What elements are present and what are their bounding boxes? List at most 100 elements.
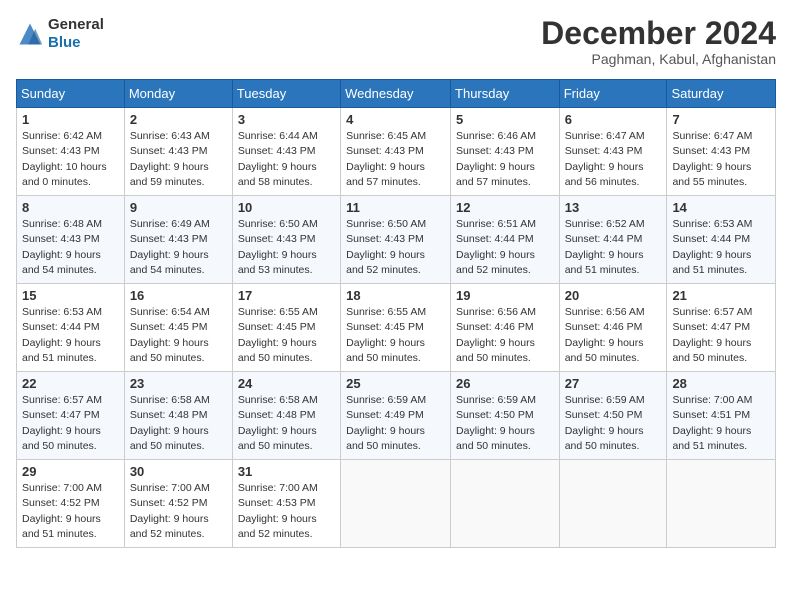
calendar-cell: 6 Sunrise: 6:47 AMSunset: 4:43 PMDaylight…: [559, 108, 667, 196]
day-number: 6: [565, 112, 662, 127]
calendar-cell: 4 Sunrise: 6:45 AMSunset: 4:43 PMDaylight…: [341, 108, 451, 196]
day-detail: Sunrise: 7:00 AMSunset: 4:52 PMDaylight:…: [130, 481, 227, 542]
month-title: December 2024: [541, 16, 776, 51]
calendar-cell: 3Sunrise: 6:44 AMSunset: 4:43 PMDaylight…: [232, 108, 340, 196]
page-header: General Blue December 2024 Paghman, Kabu…: [16, 16, 776, 67]
day-detail: Sunrise: 6:53 AMSunset: 4:44 PMDaylight:…: [672, 217, 770, 278]
weekday-header-thursday: Thursday: [451, 80, 560, 108]
day-number: 21: [672, 288, 770, 303]
day-number: 13: [565, 200, 662, 215]
day-number: 28: [672, 376, 770, 391]
calendar-cell: [451, 460, 560, 548]
day-number: 22: [22, 376, 119, 391]
calendar-cell: 16 Sunrise: 6:54 AMSunset: 4:45 PMDayligh…: [124, 284, 232, 372]
day-detail: Sunrise: 6:45 AMSunset: 4:43 PMDaylight:…: [346, 129, 445, 190]
calendar-table: SundayMondayTuesdayWednesdayThursdayFrid…: [16, 79, 776, 548]
day-detail: Sunrise: 6:55 AMSunset: 4:45 PMDaylight:…: [346, 305, 445, 366]
day-number: 5: [456, 112, 554, 127]
day-number: 8: [22, 200, 119, 215]
day-detail: Sunrise: 7:00 AMSunset: 4:52 PMDaylight:…: [22, 481, 119, 542]
day-detail: Sunrise: 6:50 AMSunset: 4:43 PMDaylight:…: [238, 217, 335, 278]
day-number: 16: [130, 288, 227, 303]
day-detail: Sunrise: 6:59 AMSunset: 4:50 PMDaylight:…: [456, 393, 554, 454]
day-number: 14: [672, 200, 770, 215]
calendar-cell: 28Sunrise: 7:00 AMSunset: 4:51 PMDayligh…: [667, 372, 776, 460]
calendar-cell: 24 Sunrise: 6:58 AMSunset: 4:48 PMDayligh…: [232, 372, 340, 460]
weekday-header-sunday: Sunday: [17, 80, 125, 108]
day-detail: Sunrise: 6:47 AMSunset: 4:43 PMDaylight:…: [672, 129, 770, 190]
day-detail: Sunrise: 6:47 AMSunset: 4:43 PMDaylight:…: [565, 129, 662, 190]
calendar-cell: 21 Sunrise: 6:57 AMSunset: 4:47 PMDayligh…: [667, 284, 776, 372]
day-detail: Sunrise: 6:49 AMSunset: 4:43 PMDaylight:…: [130, 217, 227, 278]
day-number: 15: [22, 288, 119, 303]
calendar-cell: 11Sunrise: 6:50 AMSunset: 4:43 PMDayligh…: [341, 196, 451, 284]
day-detail: Sunrise: 6:57 AMSunset: 4:47 PMDaylight:…: [22, 393, 119, 454]
day-detail: Sunrise: 6:54 AMSunset: 4:45 PMDaylight:…: [130, 305, 227, 366]
calendar-cell: [341, 460, 451, 548]
day-number: 25: [346, 376, 445, 391]
calendar-cell: 20Sunrise: 6:56 AMSunset: 4:46 PMDayligh…: [559, 284, 667, 372]
calendar-cell: 27 Sunrise: 6:59 AMSunset: 4:50 PMDayligh…: [559, 372, 667, 460]
calendar-week-2: 8 Sunrise: 6:48 AMSunset: 4:43 PMDaylight…: [17, 196, 776, 284]
calendar-cell: [559, 460, 667, 548]
day-number: 23: [130, 376, 227, 391]
calendar-cell: 25 Sunrise: 6:59 AMSunset: 4:49 PMDayligh…: [341, 372, 451, 460]
day-number: 24: [238, 376, 335, 391]
day-number: 12: [456, 200, 554, 215]
day-number: 18: [346, 288, 445, 303]
day-number: 7: [672, 112, 770, 127]
day-detail: Sunrise: 6:57 AMSunset: 4:47 PMDaylight:…: [672, 305, 770, 366]
weekday-header-tuesday: Tuesday: [232, 80, 340, 108]
calendar-cell: 12Sunrise: 6:51 AMSunset: 4:44 PMDayligh…: [451, 196, 560, 284]
calendar-cell: 13 Sunrise: 6:52 AMSunset: 4:44 PMDayligh…: [559, 196, 667, 284]
day-detail: Sunrise: 6:50 AMSunset: 4:43 PMDaylight:…: [346, 217, 445, 278]
calendar-cell: 31 Sunrise: 7:00 AMSunset: 4:53 PMDayligh…: [232, 460, 340, 548]
day-detail: Sunrise: 6:56 AMSunset: 4:46 PMDaylight:…: [456, 305, 554, 366]
calendar-cell: 10 Sunrise: 6:50 AMSunset: 4:43 PMDayligh…: [232, 196, 340, 284]
calendar-cell: 7 Sunrise: 6:47 AMSunset: 4:43 PMDaylight…: [667, 108, 776, 196]
day-number: 29: [22, 464, 119, 479]
calendar-cell: 17Sunrise: 6:55 AMSunset: 4:45 PMDayligh…: [232, 284, 340, 372]
calendar-cell: 2Sunrise: 6:43 AMSunset: 4:43 PMDaylight…: [124, 108, 232, 196]
title-block: December 2024 Paghman, Kabul, Afghanista…: [541, 16, 776, 67]
calendar-cell: 22 Sunrise: 6:57 AMSunset: 4:47 PMDayligh…: [17, 372, 125, 460]
day-number: 19: [456, 288, 554, 303]
day-detail: Sunrise: 7:00 AMSunset: 4:53 PMDaylight:…: [238, 481, 335, 542]
day-number: 17: [238, 288, 335, 303]
logo-text: General Blue: [48, 16, 104, 52]
day-detail: Sunrise: 6:52 AMSunset: 4:44 PMDaylight:…: [565, 217, 662, 278]
day-number: 3: [238, 112, 335, 127]
day-detail: Sunrise: 6:56 AMSunset: 4:46 PMDaylight:…: [565, 305, 662, 366]
day-detail: Sunrise: 6:58 AMSunset: 4:48 PMDaylight:…: [130, 393, 227, 454]
calendar-header: SundayMondayTuesdayWednesdayThursdayFrid…: [17, 80, 776, 108]
day-number: 9: [130, 200, 227, 215]
day-detail: Sunrise: 6:53 AMSunset: 4:44 PMDaylight:…: [22, 305, 119, 366]
day-number: 4: [346, 112, 445, 127]
calendar-cell: 5 Sunrise: 6:46 AMSunset: 4:43 PMDaylight…: [451, 108, 560, 196]
calendar-cell: 9 Sunrise: 6:49 AMSunset: 4:43 PMDaylight…: [124, 196, 232, 284]
day-number: 31: [238, 464, 335, 479]
day-number: 26: [456, 376, 554, 391]
day-detail: Sunrise: 6:58 AMSunset: 4:48 PMDaylight:…: [238, 393, 335, 454]
day-detail: Sunrise: 6:59 AMSunset: 4:49 PMDaylight:…: [346, 393, 445, 454]
weekday-header-saturday: Saturday: [667, 80, 776, 108]
weekday-header-wednesday: Wednesday: [341, 80, 451, 108]
calendar-cell: 30Sunrise: 7:00 AMSunset: 4:52 PMDayligh…: [124, 460, 232, 548]
calendar-cell: 19 Sunrise: 6:56 AMSunset: 4:46 PMDayligh…: [451, 284, 560, 372]
location-title: Paghman, Kabul, Afghanistan: [541, 51, 776, 67]
day-detail: Sunrise: 6:48 AMSunset: 4:43 PMDaylight:…: [22, 217, 119, 278]
calendar-cell: 18 Sunrise: 6:55 AMSunset: 4:45 PMDayligh…: [341, 284, 451, 372]
calendar-cell: [667, 460, 776, 548]
day-detail: Sunrise: 6:46 AMSunset: 4:43 PMDaylight:…: [456, 129, 554, 190]
weekday-header-friday: Friday: [559, 80, 667, 108]
calendar-week-1: 1Sunrise: 6:42 AMSunset: 4:43 PMDaylight…: [17, 108, 776, 196]
calendar-week-5: 29 Sunrise: 7:00 AMSunset: 4:52 PMDayligh…: [17, 460, 776, 548]
day-detail: Sunrise: 6:59 AMSunset: 4:50 PMDaylight:…: [565, 393, 662, 454]
day-number: 10: [238, 200, 335, 215]
day-number: 27: [565, 376, 662, 391]
calendar-week-4: 22 Sunrise: 6:57 AMSunset: 4:47 PMDayligh…: [17, 372, 776, 460]
calendar-cell: 29 Sunrise: 7:00 AMSunset: 4:52 PMDayligh…: [17, 460, 125, 548]
logo: General Blue: [16, 16, 104, 52]
calendar-cell: 8 Sunrise: 6:48 AMSunset: 4:43 PMDaylight…: [17, 196, 125, 284]
logo-icon: [16, 20, 44, 48]
